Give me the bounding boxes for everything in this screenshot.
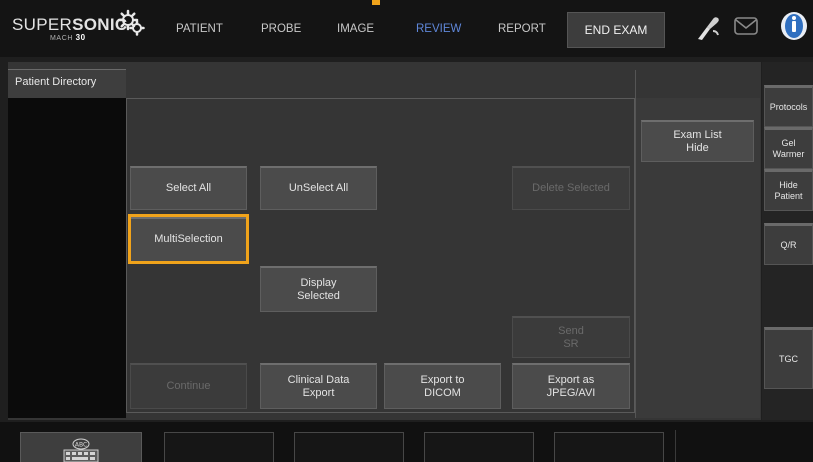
qr-button[interactable]: Q/R [764, 223, 813, 265]
export-as-jpeg-avi-button[interactable]: Export as JPEG/AVI [512, 363, 630, 409]
nav-review[interactable]: REVIEW [416, 18, 461, 40]
clinical-data-export-button[interactable]: Clinical Data Export [260, 363, 377, 409]
multiselection-button[interactable]: MultiSelection [128, 214, 249, 264]
unselect-all-button[interactable]: UnSelect All [260, 166, 377, 210]
patient-directory-tab[interactable]: Patient Directory [8, 69, 126, 99]
left-black-column [8, 98, 126, 418]
gear-icon [117, 9, 145, 36]
nav-image[interactable]: IMAGE [337, 18, 374, 40]
brand-logo: SUPERSONIC MACH 30 [12, 15, 128, 42]
mail-icon[interactable] [733, 14, 759, 38]
protocols-button[interactable]: Protocols [764, 85, 813, 127]
gel-warmer-button[interactable]: Gel Warmer [764, 127, 813, 169]
nav-patient[interactable]: PATIENT [176, 18, 223, 40]
display-selected-button[interactable]: Display Selected [260, 266, 377, 312]
active-indicator [372, 0, 380, 5]
bottom-slot-3[interactable] [424, 432, 534, 462]
nav-probe[interactable]: PROBE [261, 18, 301, 40]
bottom-divider [675, 430, 676, 462]
help-icon[interactable] [780, 11, 808, 43]
export-to-dicom-button[interactable]: Export to DICOM [384, 363, 501, 409]
keyboard-icon: ABC [63, 438, 99, 462]
probe-icon[interactable] [694, 13, 722, 41]
tgc-button[interactable]: TGC [764, 327, 813, 389]
nav-report[interactable]: REPORT [498, 18, 546, 40]
exam-list-hide-button[interactable]: Exam List Hide [641, 120, 754, 162]
bottom-slot-4[interactable] [554, 432, 664, 462]
hide-patient-button[interactable]: Hide Patient [764, 169, 813, 211]
keyboard-badge-label: ABC [75, 442, 87, 449]
end-exam-button[interactable]: END EXAM [567, 12, 665, 48]
continue-button[interactable]: Continue [130, 363, 247, 409]
delete-selected-button[interactable]: Delete Selected [512, 166, 630, 210]
select-all-button[interactable]: Select All [130, 166, 247, 210]
bottom-slot-1[interactable] [164, 432, 274, 462]
send-sr-button[interactable]: Send SR [512, 316, 630, 358]
bottom-slot-2[interactable] [294, 432, 404, 462]
